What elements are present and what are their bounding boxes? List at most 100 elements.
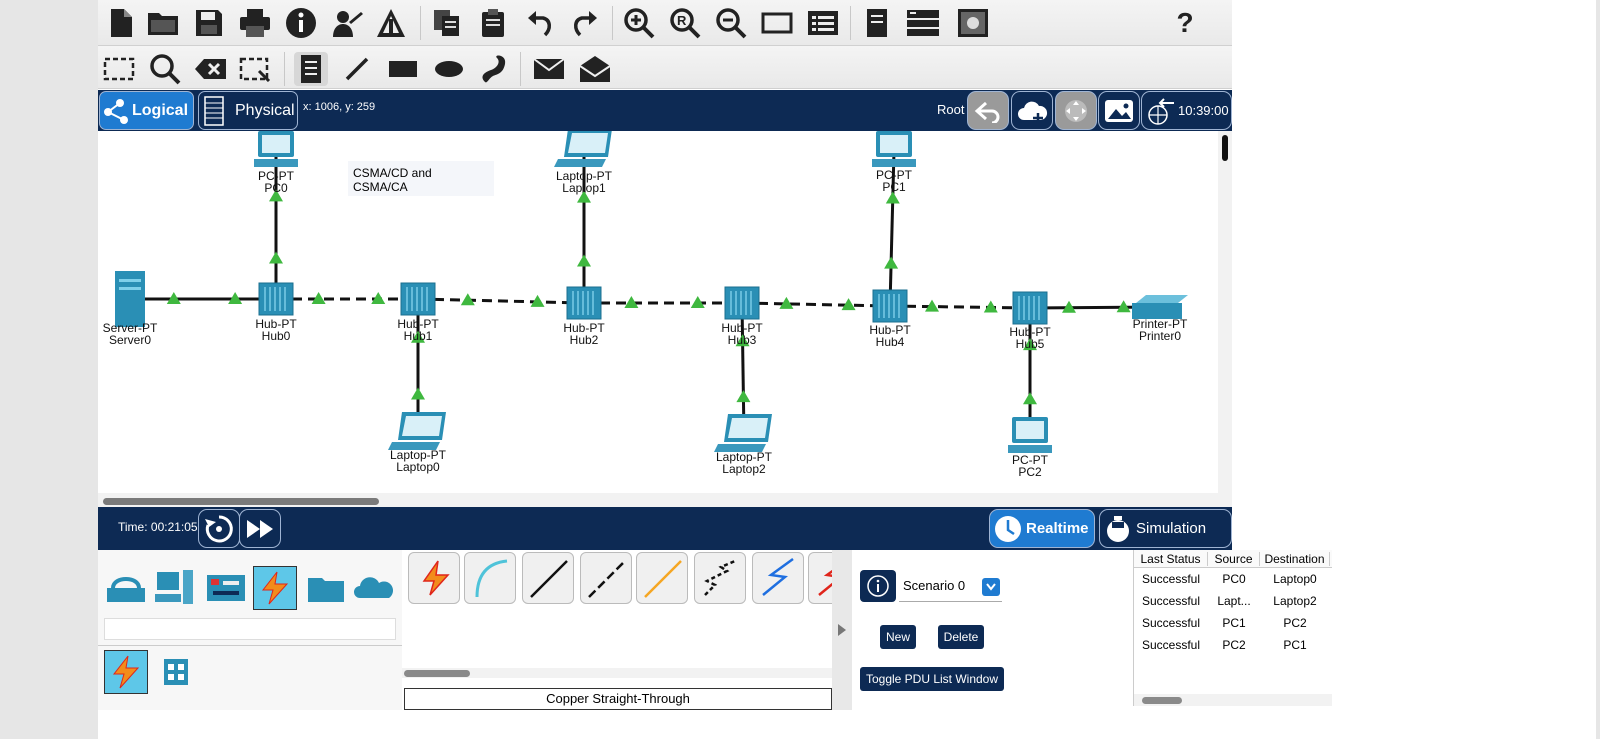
horizontal-scroll-thumb[interactable]	[103, 498, 379, 505]
scenario-info-button[interactable]	[860, 570, 896, 602]
zoom-reset-icon[interactable]: R	[668, 6, 702, 40]
print-icon[interactable]	[238, 6, 272, 40]
components-category-icon[interactable]	[204, 566, 248, 610]
auto-connection-icon[interactable]	[408, 552, 460, 604]
vertical-scroll-thumb[interactable]	[1222, 135, 1228, 161]
delete-icon[interactable]	[194, 52, 228, 86]
select-icon[interactable]	[102, 52, 136, 86]
network-devices-category-icon[interactable]	[104, 566, 148, 610]
scenario-select[interactable]: Scenario 0	[899, 570, 1002, 602]
new-file-icon[interactable]	[104, 6, 138, 40]
cable-scroll-thumb[interactable]	[404, 670, 470, 677]
coaxial-cable-icon[interactable]	[752, 552, 804, 604]
multiuser-category-icon[interactable]	[352, 566, 396, 610]
redo-icon[interactable]	[568, 6, 602, 40]
miscellaneous-category-icon[interactable]	[304, 566, 348, 610]
copy-icon[interactable]	[430, 6, 464, 40]
zoom-out-icon[interactable]	[714, 6, 748, 40]
zoom-in-icon[interactable]	[622, 6, 656, 40]
hub3-device[interactable]	[724, 286, 760, 320]
activity-wizard-icon[interactable]	[330, 6, 364, 40]
paste-icon[interactable]	[476, 6, 510, 40]
drawing-palette-icon[interactable]	[760, 6, 794, 40]
connections-category-icon[interactable]	[253, 566, 297, 610]
laptop1-device[interactable]	[554, 131, 612, 167]
laptop2-device[interactable]	[714, 414, 772, 452]
network-information-icon[interactable]	[374, 6, 408, 40]
printer0-device[interactable]	[1132, 295, 1188, 319]
back-button[interactable]	[967, 91, 1009, 130]
hub0-device[interactable]	[258, 282, 294, 316]
link-cable[interactable]	[889, 304, 1031, 310]
table-row[interactable]: Successful Lapt... Laptop2	[1134, 590, 1332, 612]
draw-line-icon[interactable]	[340, 52, 374, 86]
pc1-device[interactable]	[872, 131, 916, 167]
link-cable[interactable]	[417, 297, 585, 305]
new-scenario-button[interactable]: New	[880, 625, 916, 649]
freeform-icon[interactable]	[476, 52, 510, 86]
server0-device[interactable]	[115, 271, 145, 327]
hub4-device[interactable]	[872, 289, 908, 323]
workspace-note[interactable]: CSMA/CD and CSMA/CA	[348, 161, 494, 196]
vertical-scrollbar[interactable]	[1218, 131, 1232, 507]
save-icon[interactable]	[192, 6, 226, 40]
simulation-mode-button[interactable]: Simulation	[1099, 509, 1232, 548]
laptop0-device[interactable]	[388, 412, 446, 450]
toggle-pdu-list-button[interactable]: Toggle PDU List Window	[860, 667, 1004, 691]
pdu-list-icon[interactable]	[860, 6, 894, 40]
hub2-label: Hub-PT Hub2	[563, 322, 604, 346]
device-rack-icon[interactable]	[906, 6, 940, 40]
console-cable-icon[interactable]	[464, 552, 516, 604]
set-background-button[interactable]	[1098, 91, 1140, 130]
add-simple-pdu-icon[interactable]	[532, 52, 566, 86]
info-icon[interactable]	[284, 6, 318, 40]
serial-dce-icon[interactable]	[808, 552, 832, 604]
logical-tab[interactable]: Logical	[99, 91, 194, 130]
physical-tab[interactable]: Physical	[198, 91, 298, 130]
draw-rectangle-icon[interactable]	[386, 52, 420, 86]
move-object-button[interactable]	[1055, 91, 1097, 130]
horizontal-scrollbar[interactable]	[98, 493, 1218, 507]
logical-workspace[interactable]: CSMA/CD and CSMA/CA PC-PT PC0 Laptop-PT Lap…	[98, 131, 1232, 507]
help-icon[interactable]: ?	[1168, 6, 1202, 40]
inspect-icon[interactable]	[148, 52, 182, 86]
pc2-device[interactable]	[1008, 417, 1052, 453]
clock-button[interactable]: 10:39:00	[1141, 91, 1232, 130]
device-search-field[interactable]	[104, 618, 396, 640]
place-note-icon[interactable]	[294, 52, 328, 86]
screenshot-icon[interactable]	[956, 6, 990, 40]
open-folder-icon[interactable]	[146, 6, 180, 40]
link-cable[interactable]	[741, 301, 891, 308]
power-cycle-button[interactable]	[198, 509, 240, 548]
copper-straight-through-icon[interactable]	[522, 552, 574, 604]
fast-forward-button[interactable]	[239, 509, 281, 548]
draw-ellipse-icon[interactable]	[432, 52, 466, 86]
resize-shape-icon[interactable]	[238, 52, 272, 86]
hub1-device[interactable]	[400, 282, 436, 316]
table-row[interactable]: Successful PC0 Laptop0	[1134, 568, 1332, 590]
phone-cable-icon[interactable]	[694, 552, 746, 604]
hub5-device[interactable]	[1012, 291, 1048, 325]
add-complex-pdu-icon[interactable]	[578, 52, 612, 86]
realtime-mode-button[interactable]: Realtime	[989, 509, 1095, 548]
header-source[interactable]: Source	[1208, 551, 1260, 566]
table-row[interactable]: Successful PC1 PC2	[1134, 612, 1332, 634]
pc0-device[interactable]	[254, 131, 298, 167]
panel-collapse-handle[interactable]	[832, 550, 852, 710]
undo-icon[interactable]	[523, 6, 557, 40]
end-devices-category-icon[interactable]	[152, 566, 196, 610]
table-row[interactable]: Successful PC2 PC1	[1134, 634, 1332, 656]
grid-view-icon[interactable]	[154, 650, 198, 694]
header-last-status[interactable]: Last Status	[1134, 551, 1208, 566]
hub2-device[interactable]	[566, 286, 602, 320]
custom-devices-icon[interactable]	[806, 6, 840, 40]
copper-cross-over-icon[interactable]	[580, 552, 632, 604]
connections-subtype-icon[interactable]	[104, 650, 148, 694]
fiber-cable-icon[interactable]	[636, 552, 688, 604]
delete-scenario-button[interactable]: Delete	[938, 625, 984, 649]
pdu-scroll-thumb[interactable]	[1142, 697, 1182, 704]
cable-scrollbar[interactable]	[402, 668, 832, 678]
pdu-scrollbar[interactable]	[1134, 694, 1332, 706]
header-destination[interactable]: Destination	[1260, 551, 1330, 566]
new-cluster-button[interactable]	[1011, 91, 1053, 130]
